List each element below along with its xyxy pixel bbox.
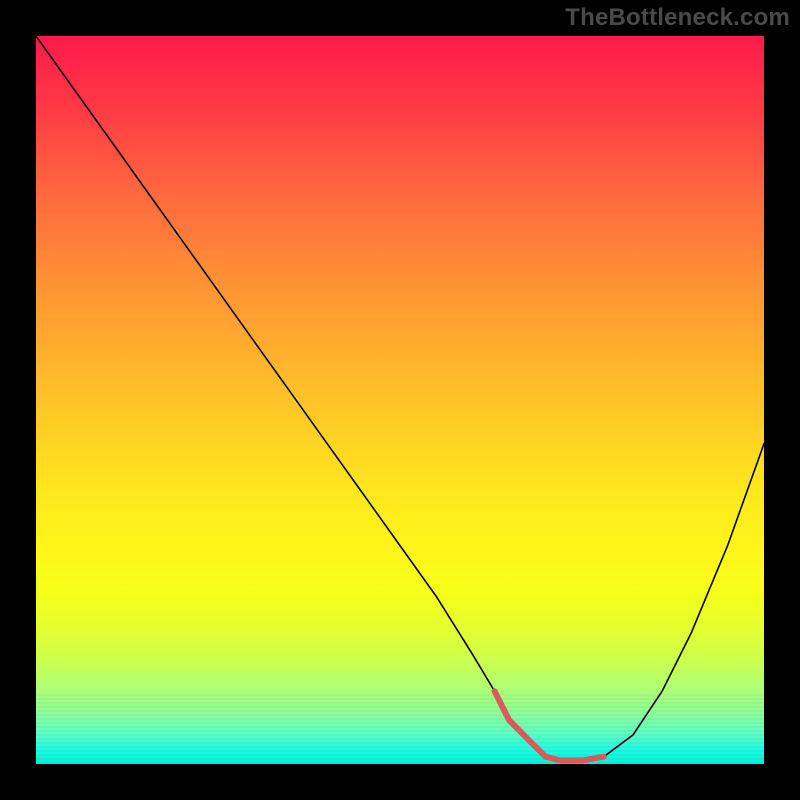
bottleneck-curve-highlight — [495, 691, 604, 760]
plot-area — [36, 36, 764, 764]
bottleneck-curve — [36, 36, 764, 760]
curve-svg — [36, 36, 764, 764]
watermark-text: TheBottleneck.com — [565, 4, 790, 32]
chart-frame: TheBottleneck.com — [0, 0, 800, 800]
